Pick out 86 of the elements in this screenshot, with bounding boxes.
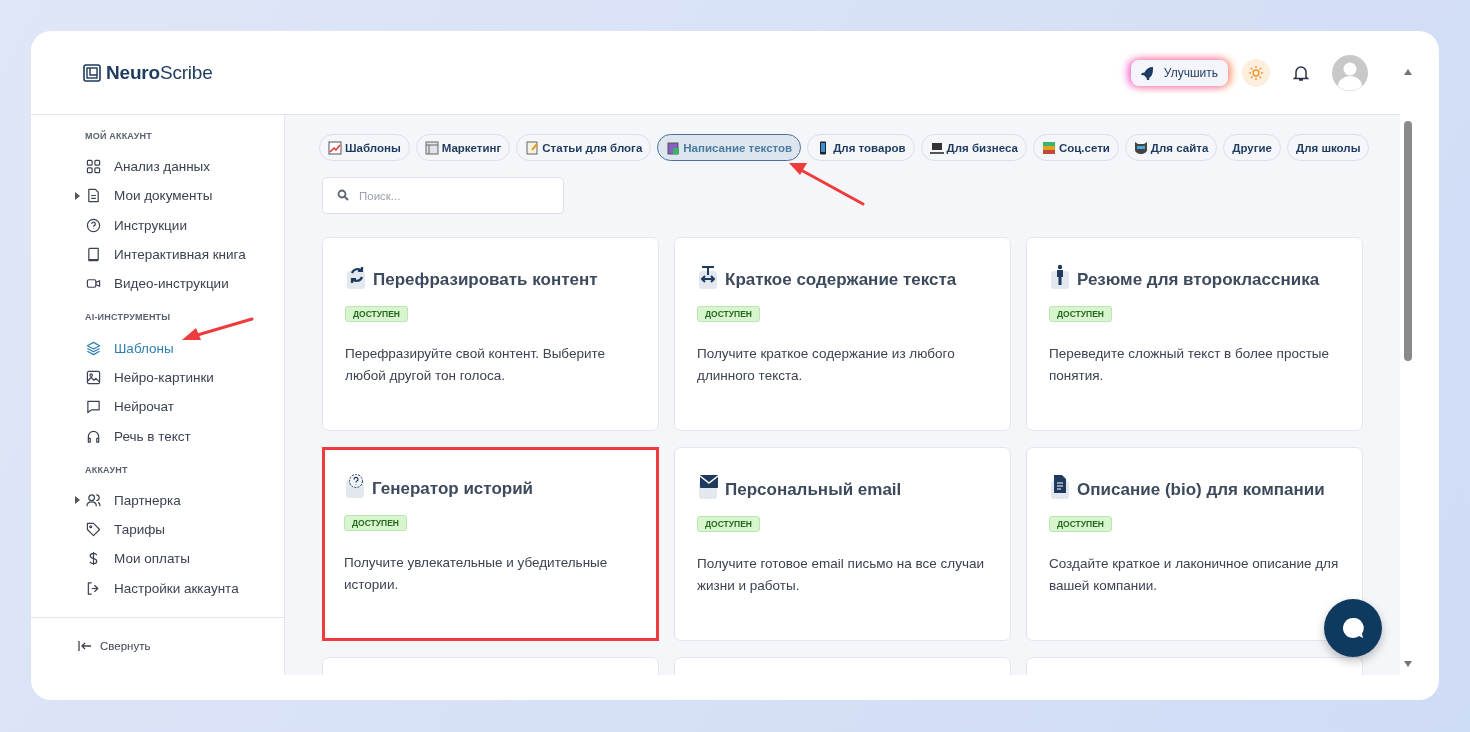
standing-person-icon	[1049, 264, 1071, 290]
card-title: Перефразировать контент	[373, 270, 598, 290]
sidebar-item[interactable]: Речь в текст	[75, 421, 191, 451]
window-icon	[424, 140, 439, 155]
image-icon	[86, 369, 101, 385]
sidebar-item[interactable]: Партнерка	[75, 485, 181, 515]
sidebar-item[interactable]: Инструкции	[75, 210, 187, 240]
card-description: Создайте краткое и лаконичное описание для вашей компании.	[1049, 555, 1340, 595]
card-description: Получите увлекательные и убедительные истории.	[344, 554, 609, 594]
template-card[interactable]: Описание (bio) для компании ДОСТУПЕН Создайте краткое и лаконичное описание для вашей компании.	[1026, 447, 1363, 641]
books-icon	[1041, 140, 1056, 155]
category-tab[interactable]: Шаблоны	[319, 134, 410, 161]
layers-icon	[86, 340, 101, 356]
template-card[interactable]: Перефразировать контент ДОСТУПЕН Перефразируйте свой контент. Выберите любой другой тон голоса.	[322, 237, 659, 431]
grid-icon	[86, 159, 101, 175]
status-badge: ДОСТУПЕН	[1049, 306, 1112, 322]
card-title: Краткое содержание текста	[725, 270, 957, 290]
notepad-icon	[525, 140, 540, 155]
text-width-icon	[697, 264, 719, 290]
card-description: Перефразируйте свой контент. Выберите любой другой тон голоса.	[345, 345, 607, 385]
card-title: Описание (bio) для компании	[1077, 480, 1325, 500]
template-card[interactable]: Персональный email ДОСТУПЕН Получите готовое email письмо на все случаи жизни и работы.	[674, 447, 1011, 641]
sidebar-item[interactable]: Настройки аккаунта	[75, 573, 239, 603]
template-card[interactable]: Генератор историй ДОСТУПЕН Получите увлекательные и убедительные истории.	[322, 447, 659, 641]
sidebar-item[interactable]: Шаблоны	[75, 333, 174, 363]
template-card[interactable]: Резюме для второклассника ДОСТУПЕН Переведите сложный текст в более простые понятия.	[1026, 237, 1363, 431]
sidebar-item[interactable]: Мои оплаты	[75, 544, 190, 574]
envelope-icon	[697, 474, 719, 500]
expand-caret-icon	[75, 496, 80, 505]
status-badge: ДОСТУПЕН	[344, 515, 407, 531]
users-icon	[86, 492, 101, 508]
document-icon	[1049, 474, 1071, 500]
bell-icon[interactable]	[1292, 63, 1310, 82]
category-tab[interactable]: Маркетинг	[415, 134, 511, 161]
status-badge: ДОСТУПЕН	[697, 516, 760, 532]
section-title: МОЙ АККАУНТ	[85, 131, 152, 143]
sidebar-item[interactable]: Нейрочат	[75, 392, 174, 422]
logout-icon	[86, 580, 101, 596]
collapse-button[interactable]: Свернуть	[78, 640, 151, 653]
expand-caret-icon	[75, 191, 80, 200]
avatar-silhouette[interactable]	[1332, 54, 1368, 91]
book-icon	[86, 247, 101, 263]
collapse-icon	[78, 640, 92, 653]
tag-icon	[86, 522, 101, 538]
sun-icon	[1248, 64, 1264, 81]
section-title: AI-ИНСТРУМЕНТЫ	[85, 312, 171, 325]
laptop-icon	[929, 140, 944, 155]
sidebar-item[interactable]: Нейро-картинки	[75, 362, 214, 393]
card-description: Получите краткое содержание из любого длинного текста.	[697, 345, 956, 385]
sidebar-item[interactable]: Анализ данных	[75, 152, 211, 182]
category-tab[interactable]: Для сайта	[1124, 134, 1218, 161]
status-badge: ДОСТУПЕН	[697, 306, 760, 322]
chart-icon	[328, 140, 342, 155]
category-tab[interactable]: Другие	[1223, 134, 1281, 161]
sidebar-item[interactable]: Мои документы	[75, 181, 213, 211]
category-tab[interactable]: Написание текстов	[657, 134, 802, 161]
search-field[interactable]: Поиск...	[322, 177, 564, 214]
sidebar-item[interactable]: Интерактивная книга	[75, 239, 246, 270]
category-tab[interactable]: Соц.сети	[1032, 134, 1119, 161]
card-title: Генератор историй	[372, 479, 534, 499]
rocket-icon	[1139, 65, 1154, 80]
theme-toggle[interactable]	[1242, 58, 1270, 87]
logo-text: NeuroScribe	[106, 61, 213, 84]
section-title: АККАУНТ	[85, 464, 128, 477]
question-circle-icon	[344, 473, 366, 499]
card-title: Резюме для второклассника	[1077, 270, 1320, 290]
document-icon	[86, 188, 101, 204]
headphones-icon	[86, 428, 101, 444]
sidebar-item[interactable]: Тарифы	[75, 514, 165, 545]
category-tab[interactable]: Для товаров	[807, 134, 915, 161]
logo-icon	[83, 63, 101, 82]
category-tab[interactable]: Статьи для блога	[516, 134, 652, 161]
chat-bubble-icon	[1341, 616, 1365, 640]
card-description: Получите готовое email письмо на все случаи жизни и работы.	[697, 555, 985, 595]
sidebar-item[interactable]: Видео-инструкции	[75, 269, 229, 299]
category-tab[interactable]: Для школы	[1287, 134, 1370, 161]
upgrade-button[interactable]: Улучшить	[1130, 59, 1228, 86]
template-card[interactable]: Краткое содержание текста ДОСТУПЕН Получите краткое содержание из любого длинного текста.	[674, 237, 1011, 431]
card-title: Персональный email	[725, 480, 902, 500]
chat-icon	[86, 399, 101, 415]
card-description: Переведите сложный текст в более простые понятия.	[1049, 345, 1331, 385]
refresh-icon	[345, 264, 367, 290]
help-icon	[86, 217, 101, 233]
status-badge: ДОСТУПЕН	[345, 306, 408, 322]
status-badge: ДОСТУПЕН	[1049, 516, 1112, 532]
category-tab[interactable]: Для бизнеса	[920, 134, 1027, 161]
